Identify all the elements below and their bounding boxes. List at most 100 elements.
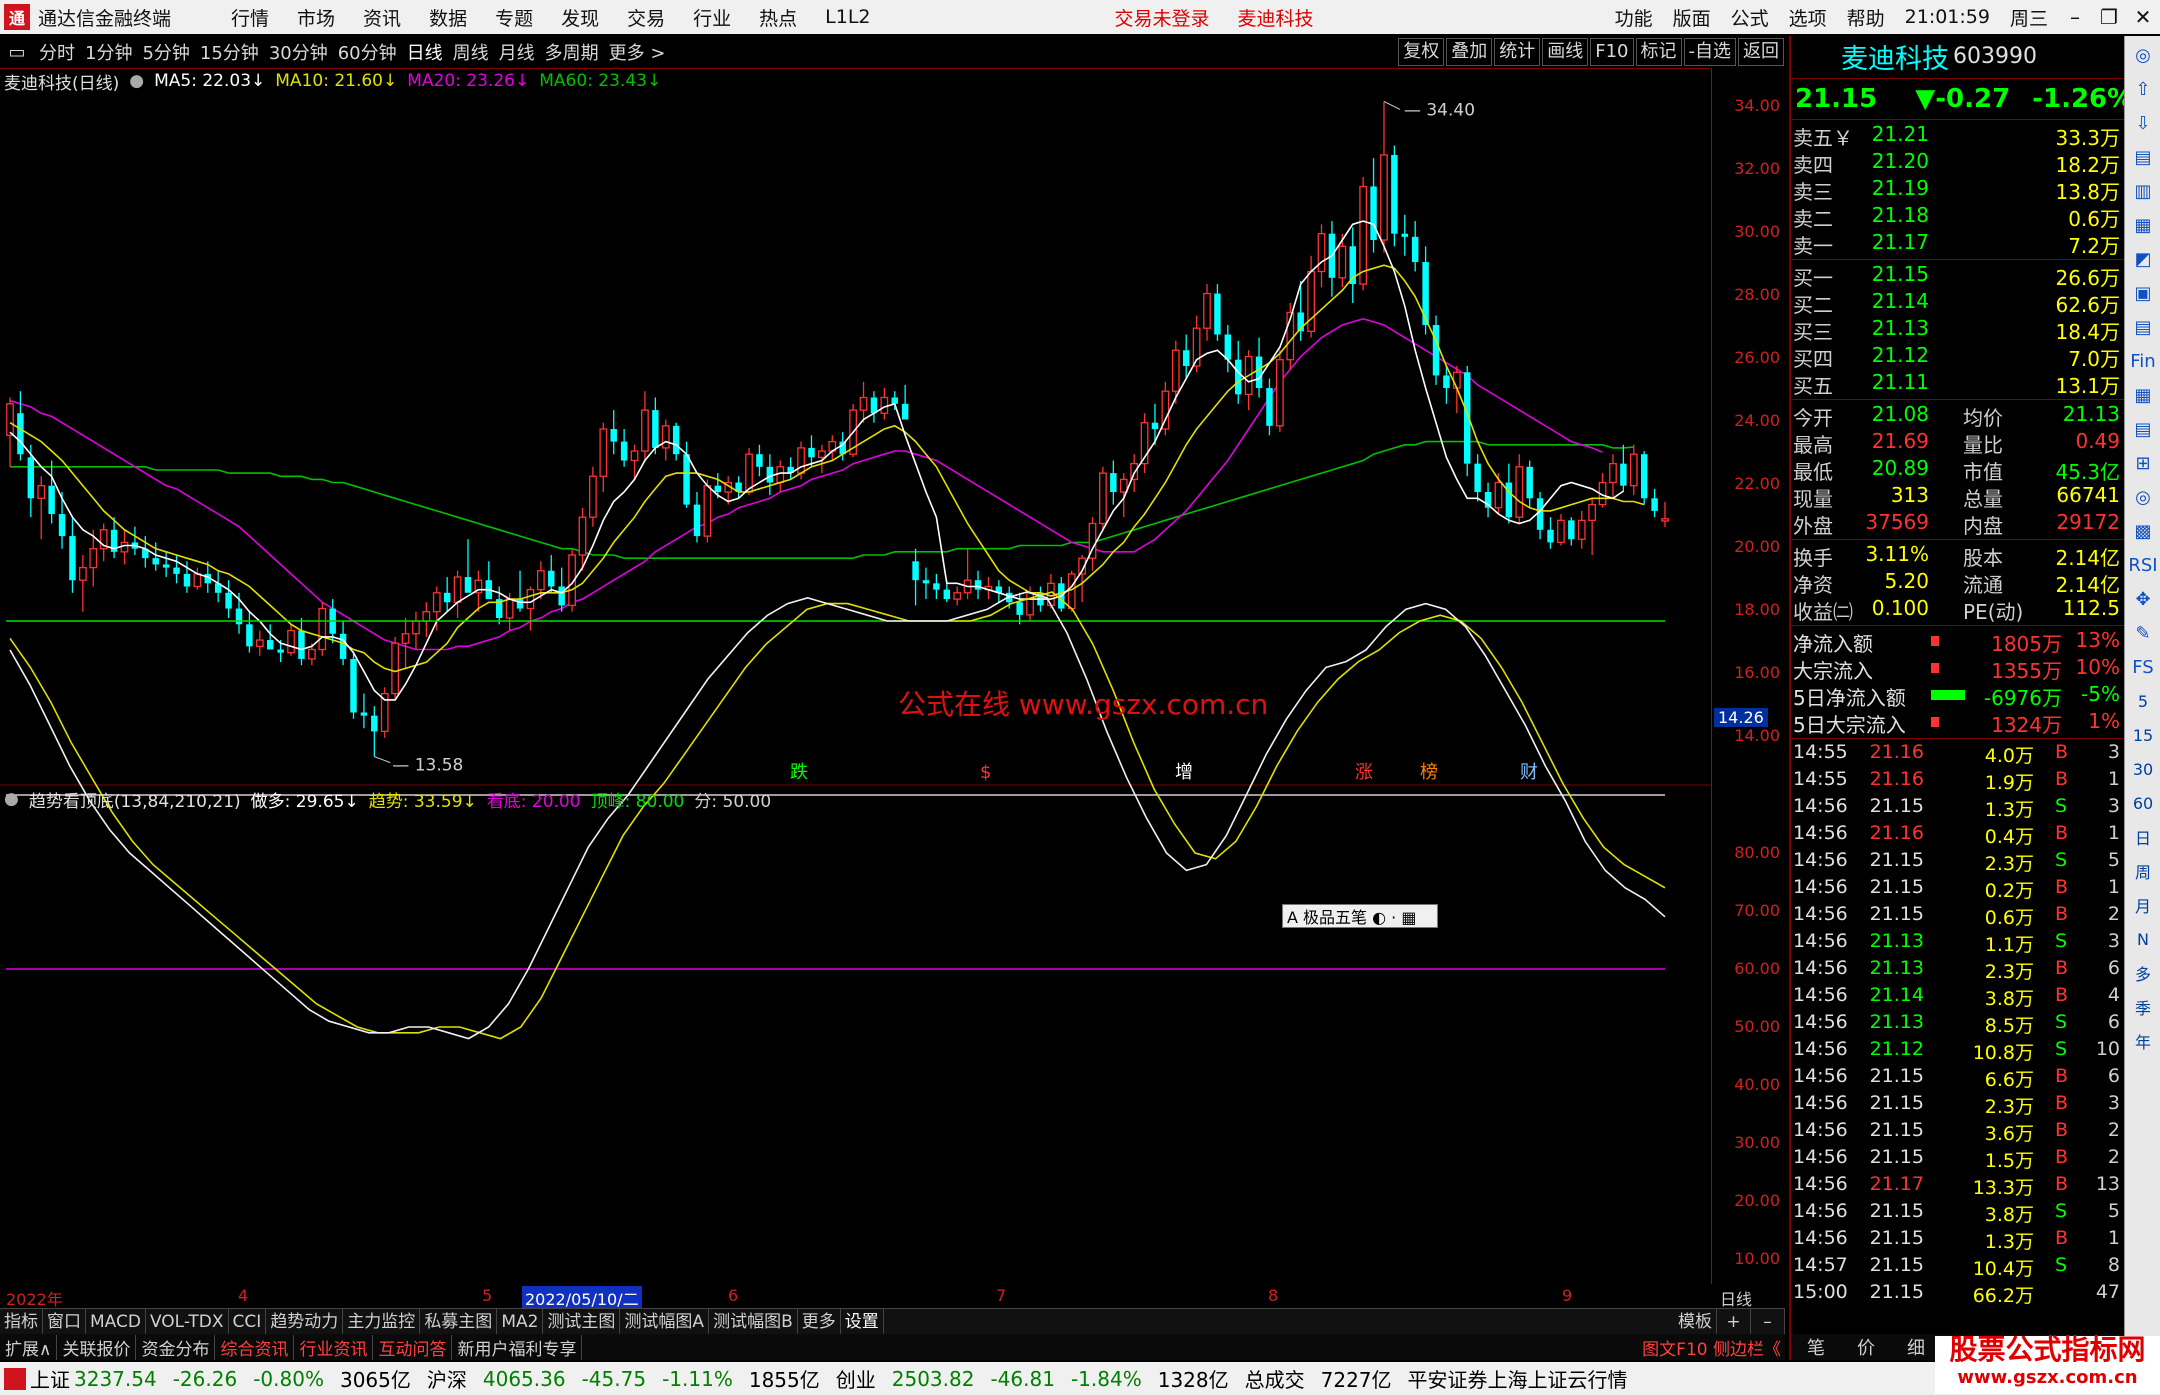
sidebar-tool-icon[interactable]: ▤ <box>2128 312 2158 342</box>
ind-dot-icon[interactable]: ● <box>4 789 19 809</box>
period-15min[interactable]: 15分钟 <box>200 39 259 65</box>
menu-hot[interactable]: 热点 <box>759 4 797 31</box>
period-60min[interactable]: 60分钟 <box>338 39 397 65</box>
bid-row[interactable]: 买四 21.12 7.0万 <box>1791 343 2124 371</box>
mark-button[interactable]: 标记 <box>1635 38 1682 66</box>
menu-l1l2[interactable]: L1L2 <box>825 6 870 28</box>
tab-ma2[interactable]: MA2 <box>497 1308 544 1335</box>
tab-cci[interactable]: CCI <box>229 1308 267 1335</box>
ask-row[interactable]: 卖三 21.19 13.8万 <box>1791 176 2124 204</box>
restore-button[interactable]: ❐ <box>2092 5 2126 29</box>
sidebar-tool-icon[interactable]: ▩ <box>2128 516 2158 546</box>
menu-layout[interactable]: 版面 <box>1673 4 1711 31</box>
ask-row[interactable]: 卖一 21.17 7.2万 <box>1791 230 2124 258</box>
stats-button[interactable]: 统计 <box>1494 38 1541 66</box>
sidebar-tool-icon[interactable]: ◎ <box>2128 482 2158 512</box>
rp-tab-ticks[interactable]: 笔 <box>1791 1334 1841 1360</box>
menu-market[interactable]: 市场 <box>297 4 335 31</box>
period-5min[interactable]: 5分钟 <box>142 39 189 65</box>
adjust-button[interactable]: 复权 <box>1398 38 1445 66</box>
remove-window-button[interactable]: – <box>1751 1308 1785 1335</box>
sidebar-tool-icon[interactable]: ◎ <box>2128 40 2158 70</box>
tab-test-b[interactable]: 测试幅图B <box>709 1308 798 1335</box>
tab-test-a[interactable]: 测试幅图A <box>620 1308 710 1335</box>
sidebar-tool-icon[interactable]: N <box>2128 924 2158 954</box>
tab-settings[interactable]: 设置 <box>841 1308 884 1335</box>
tab-comprehensive-info[interactable]: 综合资讯 <box>215 1334 295 1360</box>
menu-options[interactable]: 选项 <box>1789 4 1827 31</box>
f10-sidebar-tab[interactable]: 图文F10 侧边栏《 <box>1642 1335 1781 1360</box>
server-info[interactable]: 平安证券上海上证云行情 <box>1408 1364 1628 1393</box>
minimize-button[interactable]: – <box>2058 5 2092 29</box>
period-tick[interactable]: 分时 <box>39 39 75 65</box>
sidebar-tool-icon[interactable]: ✥ <box>2128 584 2158 614</box>
tab-window[interactable]: 窗口 <box>43 1308 86 1335</box>
period-1min[interactable]: 1分钟 <box>85 39 132 65</box>
sidebar-tool-icon[interactable]: FS <box>2128 652 2158 682</box>
ask-row[interactable]: 卖四 21.20 18.2万 <box>1791 149 2124 177</box>
sidebar-tool-icon[interactable]: 60 <box>2128 788 2158 818</box>
tab-vol[interactable]: VOL-TDX <box>146 1308 229 1335</box>
bid-row[interactable]: 买一 21.15 26.6万 <box>1791 262 2124 290</box>
sidebar-tool-icon[interactable]: ▥ <box>2128 176 2158 206</box>
period-monthly[interactable]: 月线 <box>499 39 535 65</box>
period-multi[interactable]: 多周期 <box>545 39 599 65</box>
sh-label[interactable]: 上证 <box>30 1364 70 1393</box>
rp-tab-detail[interactable]: 细 <box>1891 1334 1941 1360</box>
tab-industry-info[interactable]: 行业资讯 <box>294 1334 374 1360</box>
sidebar-tool-icon[interactable]: 30 <box>2128 754 2158 784</box>
menu-formula[interactable]: 公式 <box>1731 4 1769 31</box>
sidebar-tool-icon[interactable]: ✎ <box>2128 618 2158 648</box>
f10-button[interactable]: F10 <box>1590 38 1634 66</box>
menu-topics[interactable]: 专题 <box>495 4 533 31</box>
sidebar-tool-icon[interactable]: 月 <box>2128 890 2158 920</box>
tab-private-main[interactable]: 私募主图 <box>420 1308 498 1335</box>
ask-row[interactable]: 卖五￥ 21.21 33.3万 <box>1791 122 2124 150</box>
menu-news[interactable]: 资讯 <box>363 4 401 31</box>
bid-row[interactable]: 买三 21.13 18.4万 <box>1791 316 2124 344</box>
tab-new-user[interactable]: 新用户福利专享 <box>452 1334 583 1360</box>
tab-macd[interactable]: MACD <box>86 1308 146 1335</box>
period-30min[interactable]: 30分钟 <box>269 39 328 65</box>
tick-list[interactable]: 14:55 21.16 4.0万 B 3 14:55 21.16 1.9万 B 1 14:56 21.… <box>1791 741 2124 1308</box>
sidebar-tool-icon[interactable]: 日 <box>2128 822 2158 852</box>
login-status[interactable]: 交易未登录 <box>1115 4 1210 31</box>
period-more[interactable]: 更多 > <box>609 39 666 65</box>
ime-popup[interactable]: A 极品五笔 ◐ · ▦ <box>1282 904 1438 928</box>
cy-label[interactable]: 创业 <box>836 1364 876 1393</box>
sidebar-tool-icon[interactable]: Fin <box>2128 346 2158 376</box>
sidebar-tool-icon[interactable]: 5 <box>2128 686 2158 716</box>
sidebar-tool-icon[interactable]: ⊞ <box>2128 448 2158 478</box>
bid-row[interactable]: 买二 21.14 62.6万 <box>1791 289 2124 317</box>
sidebar-tool-icon[interactable]: 周 <box>2128 856 2158 886</box>
ask-row[interactable]: 卖二 21.18 0.6万 <box>1791 203 2124 231</box>
sidebar-tool-icon[interactable]: 季 <box>2128 992 2158 1022</box>
kline-chart[interactable]: — 34.40 — 13.58 跌 $ 增 涨 榜 财 <box>0 68 1711 1284</box>
menu-function[interactable]: 功能 <box>1615 4 1653 31</box>
menu-help[interactable]: 帮助 <box>1847 4 1885 31</box>
rp-tab-price[interactable]: 价 <box>1841 1334 1891 1360</box>
sidebar-tool-icon[interactable]: ▦ <box>2128 380 2158 410</box>
tab-qa[interactable]: 互动问答 <box>373 1334 453 1360</box>
tab-trend-power[interactable]: 趋势动力 <box>266 1308 344 1335</box>
menu-data[interactable]: 数据 <box>429 4 467 31</box>
tab-more[interactable]: 更多 <box>798 1308 841 1335</box>
sidebar-tool-icon[interactable]: ▤ <box>2128 414 2158 444</box>
menu-quotes[interactable]: 行情 <box>231 4 269 31</box>
tab-related-quote[interactable]: 关联报价 <box>57 1334 137 1360</box>
sz-label[interactable]: 沪深 <box>427 1364 467 1393</box>
sidebar-tool-icon[interactable]: RSI <box>2128 550 2158 580</box>
sidebar-tool-icon[interactable]: ▣ <box>2128 278 2158 308</box>
tab-test-main[interactable]: 测试主图 <box>543 1308 621 1335</box>
draw-button[interactable]: 画线 <box>1542 38 1589 66</box>
legend-dot-icon[interactable]: ● <box>129 71 144 91</box>
bid-row[interactable]: 买五 21.11 13.1万 <box>1791 370 2124 398</box>
tab-main-monitor[interactable]: 主力监控 <box>343 1308 421 1335</box>
menu-industry[interactable]: 行业 <box>693 4 731 31</box>
add-window-button[interactable]: + <box>1717 1308 1751 1335</box>
sidebar-tool-icon[interactable]: 多 <box>2128 958 2158 988</box>
close-button[interactable]: ✕ <box>2126 5 2160 29</box>
sidebar-tool-icon[interactable]: ▦ <box>2128 210 2158 240</box>
sidebar-tool-icon[interactable]: 15 <box>2128 720 2158 750</box>
tab-indicator[interactable]: 指标 <box>0 1308 43 1335</box>
